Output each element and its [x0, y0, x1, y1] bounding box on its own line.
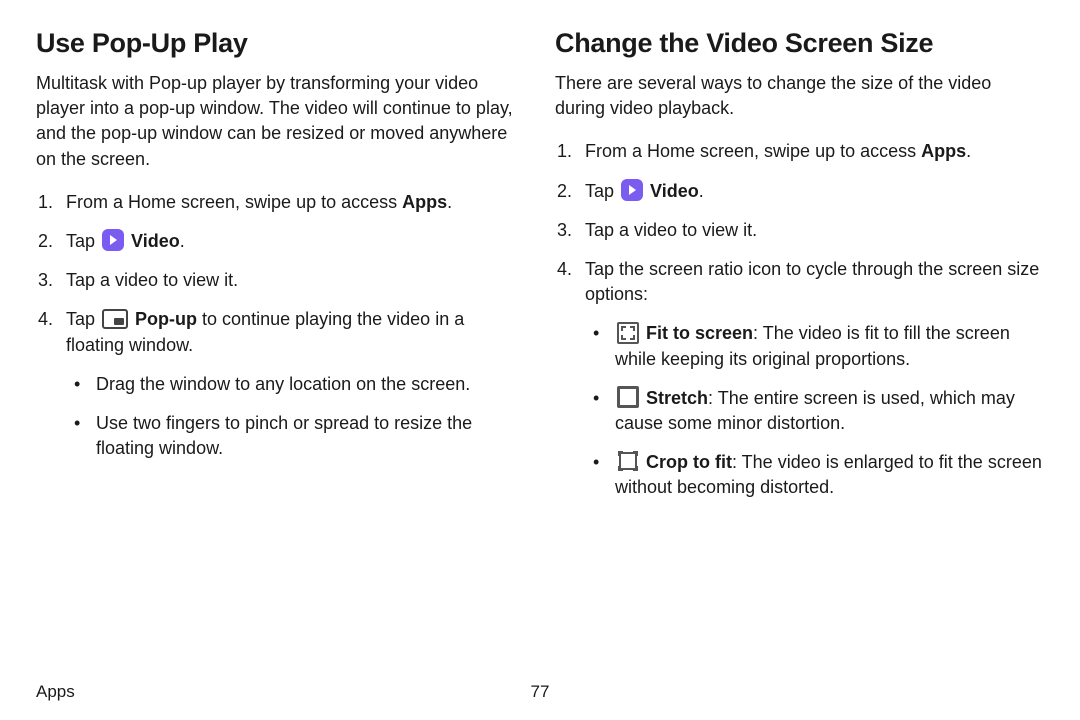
right-column: Change the Video Screen Size There are s…	[555, 28, 1044, 514]
crop-to-fit-icon	[619, 452, 637, 470]
video-icon	[621, 179, 643, 201]
apps-label: Apps	[921, 141, 966, 161]
video-label: Video	[650, 181, 699, 201]
step-2: Tap Video.	[36, 229, 525, 254]
step-1: From a Home screen, swipe up to access A…	[36, 190, 525, 215]
step-4: Tap the screen ratio icon to cycle throu…	[555, 257, 1044, 501]
apps-label: Apps	[402, 192, 447, 212]
step-1: From a Home screen, swipe up to access A…	[555, 139, 1044, 164]
video-icon	[102, 229, 124, 251]
step-4: Tap Pop-up to continue playing the video…	[36, 307, 525, 461]
crop-label: Crop to fit	[646, 452, 732, 472]
step-2: Tap Video.	[555, 179, 1044, 204]
popup-icon	[102, 309, 128, 329]
intro-popup-play: Multitask with Pop-up player by transfor…	[36, 71, 525, 172]
fit-to-screen-icon	[617, 322, 639, 344]
screen-size-options: Fit to screen: The video is fit to fill …	[585, 321, 1044, 500]
steps-popup-play: From a Home screen, swipe up to access A…	[36, 190, 525, 462]
option-stretch: Stretch: The entire screen is used, whic…	[585, 386, 1044, 436]
option-fit: Fit to screen: The video is fit to fill …	[585, 321, 1044, 371]
substep-drag: Drag the window to any location on the s…	[66, 372, 525, 397]
footer-page-number: 77	[531, 682, 550, 702]
heading-screen-size: Change the Video Screen Size	[555, 28, 1044, 59]
left-column: Use Pop-Up Play Multitask with Pop-up pl…	[36, 28, 525, 514]
option-crop: Crop to fit: The video is enlarged to fi…	[585, 450, 1044, 500]
substep-pinch: Use two fingers to pinch or spread to re…	[66, 411, 525, 461]
fit-label: Fit to screen	[646, 323, 753, 343]
popup-label: Pop-up	[135, 309, 197, 329]
stretch-icon	[617, 386, 639, 408]
stretch-label: Stretch	[646, 388, 708, 408]
intro-screen-size: There are several ways to change the siz…	[555, 71, 1044, 121]
steps-screen-size: From a Home screen, swipe up to access A…	[555, 139, 1044, 500]
step-3: Tap a video to view it.	[555, 218, 1044, 243]
substeps-popup: Drag the window to any location on the s…	[66, 372, 525, 462]
step-3: Tap a video to view it.	[36, 268, 525, 293]
video-label: Video	[131, 231, 180, 251]
heading-popup-play: Use Pop-Up Play	[36, 28, 525, 59]
page-footer: Apps 77	[36, 682, 1044, 702]
